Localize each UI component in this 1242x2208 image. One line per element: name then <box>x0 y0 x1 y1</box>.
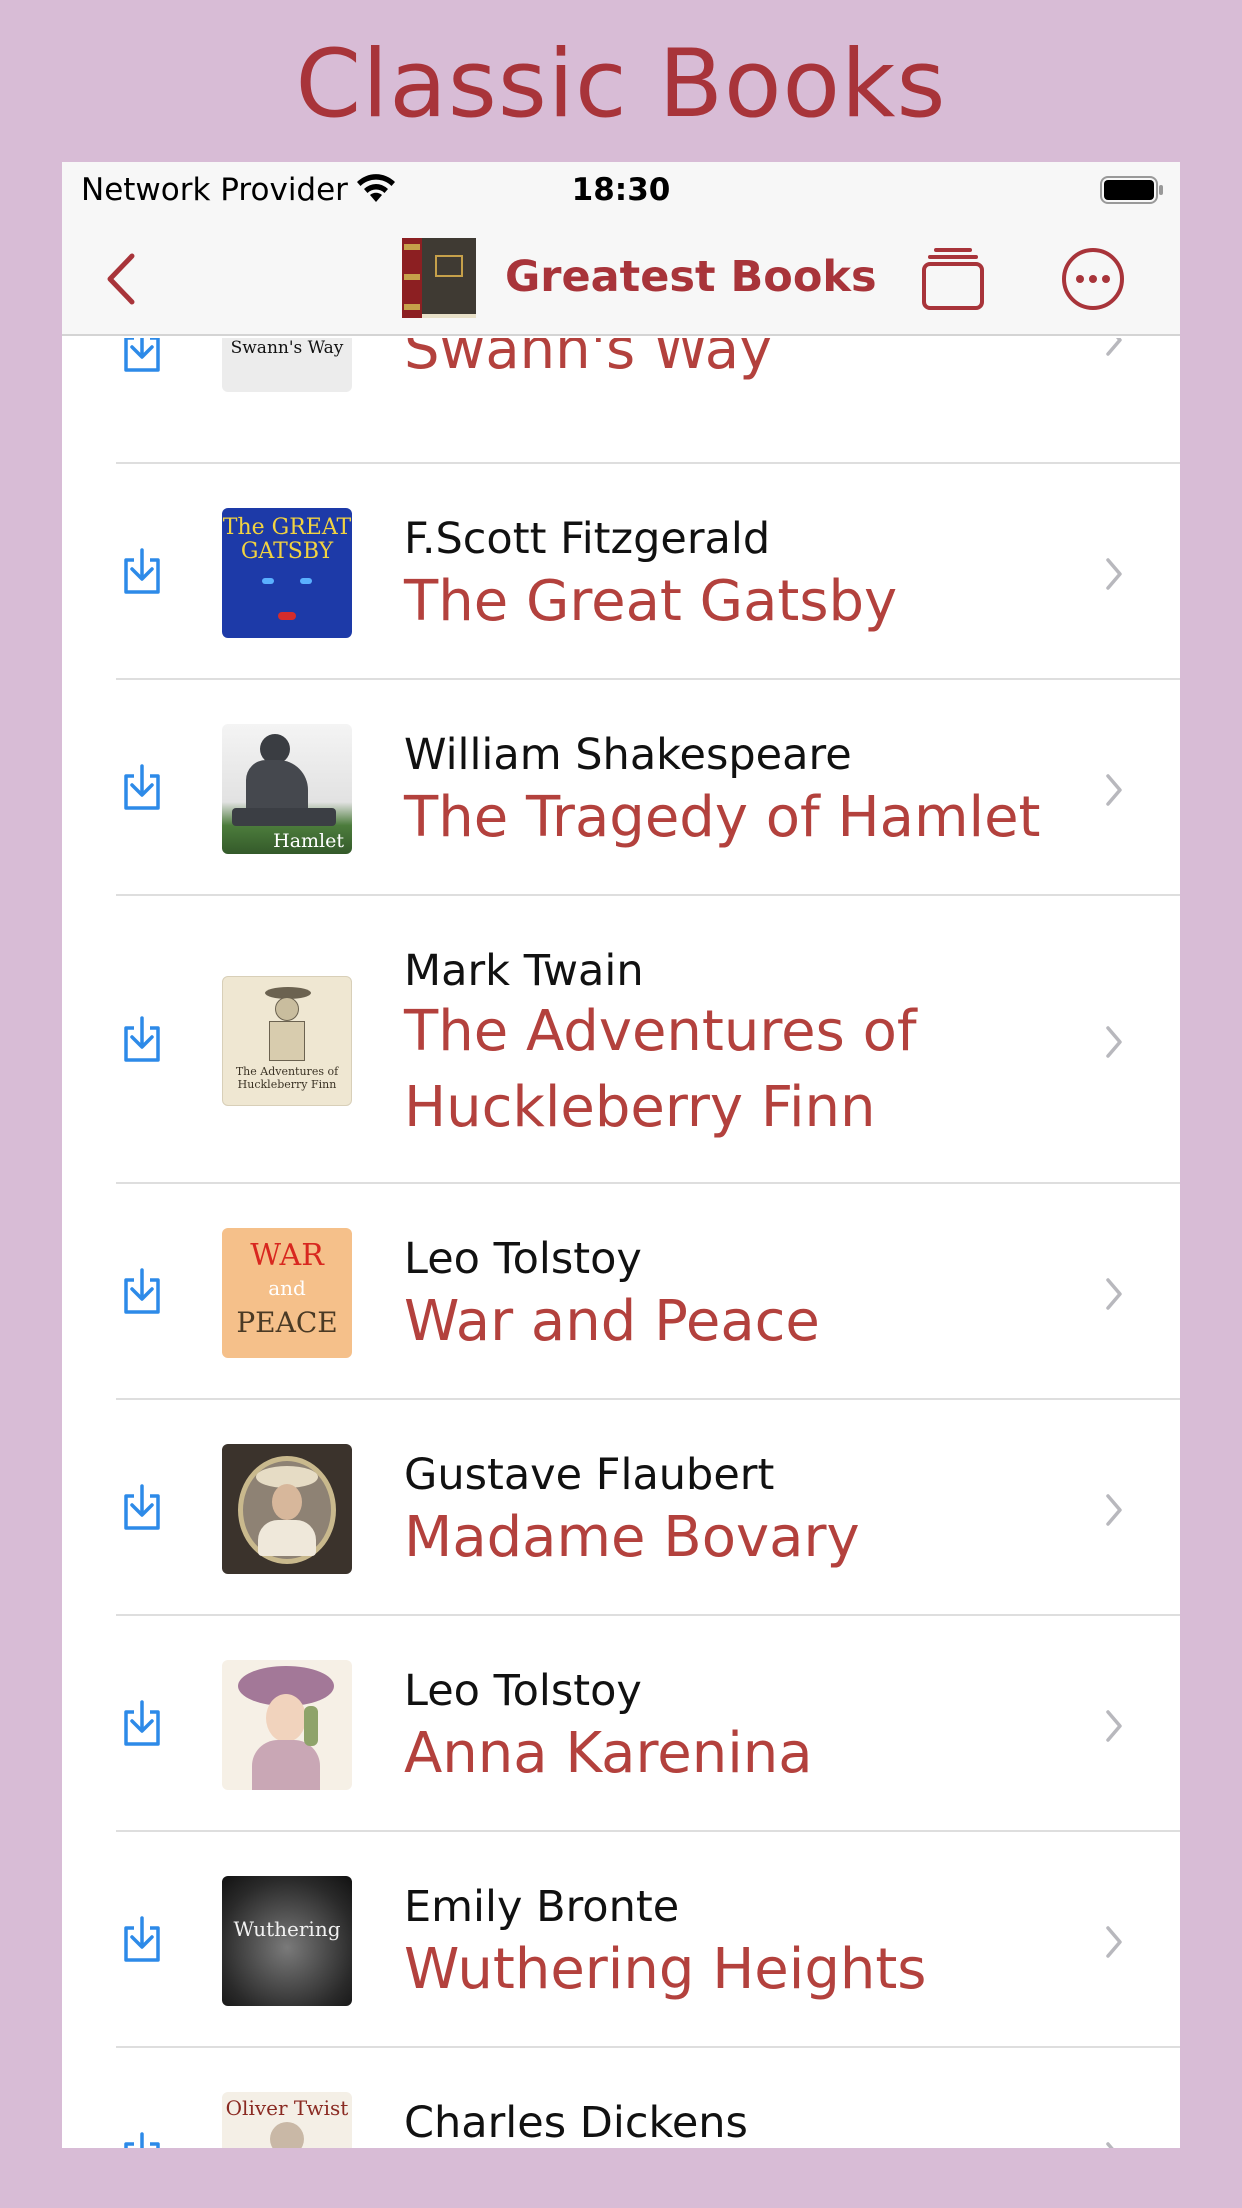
chevron-right-icon <box>1106 1026 1122 1058</box>
chevron-right-icon <box>1106 558 1122 590</box>
list-item[interactable]: Oliver Twist Charles Dickens <box>62 2048 1180 2148</box>
nav-title: Greatest Books <box>505 252 877 302</box>
book-cover: The Adventures of Huckleberry Finn <box>222 976 352 1106</box>
book-title: Madame Bovary <box>404 1505 860 1570</box>
list-item[interactable]: Gustave Flaubert Madame Bovary <box>62 1400 1180 1616</box>
book-list: Volume One: Swann's Way Swann's Way The … <box>62 338 1180 2148</box>
list-item[interactable]: Leo Tolstoy Anna Karenina <box>62 1616 1180 1832</box>
bookshelf-stack-icon[interactable] <box>920 246 986 312</box>
back-chevron-icon[interactable] <box>100 250 144 308</box>
chevron-right-icon <box>1106 338 1122 356</box>
download-icon[interactable] <box>120 1914 164 1964</box>
chevron-right-icon <box>1106 1278 1122 1310</box>
book-author: Leo Tolstoy <box>404 1666 642 1716</box>
list-item[interactable]: The Adventures of Huckleberry Finn Mark … <box>62 896 1180 1184</box>
battery-icon <box>1100 176 1163 204</box>
chevron-right-icon <box>1106 2142 1114 2148</box>
cover-text: The Adventures of Huckleberry Finn <box>235 1065 339 1091</box>
clock: 18:30 <box>571 172 671 208</box>
cover-text: Hamlet <box>273 830 344 852</box>
list-item[interactable]: WAR and PEACE Leo Tolstoy War and Peace <box>62 1184 1180 1400</box>
book-cover <box>222 1444 352 1574</box>
chevron-right-icon <box>1106 1494 1122 1526</box>
more-options-icon[interactable] <box>1060 246 1126 312</box>
cover-text: Wuthering Heights <box>233 1917 341 1941</box>
book-title: Anna Karenina <box>404 1721 813 1786</box>
navigation-bar: Greatest Books <box>62 222 1180 336</box>
book-title: Wuthering Heights <box>404 1937 927 2002</box>
cover-text: The GREAT GATSBY <box>222 515 352 564</box>
book-cover: Hamlet <box>222 724 352 854</box>
download-icon[interactable] <box>120 1482 164 1532</box>
book-author: William Shakespeare <box>404 730 852 780</box>
phone-screen: Network Provider 18:30 Greatest Books Sw… <box>62 162 1180 2148</box>
book-author: Leo Tolstoy <box>404 1234 642 1284</box>
chevron-right-icon <box>1106 1926 1122 1958</box>
download-icon[interactable] <box>120 546 164 596</box>
chevron-right-icon <box>1106 774 1122 806</box>
promo-title: Classic Books <box>295 30 947 139</box>
download-icon[interactable] <box>120 338 164 374</box>
book-title: The Tragedy of Hamlet <box>404 785 1041 850</box>
book-author: Emily Bronte <box>404 1882 680 1932</box>
book-cover: The GREAT GATSBY <box>222 508 352 638</box>
book-title: Swann's Way <box>404 338 773 382</box>
book-author: Gustave Flaubert <box>404 1450 775 1500</box>
book-author: Mark Twain <box>404 946 644 996</box>
book-title: The Great Gatsby <box>404 569 898 634</box>
list-item[interactable]: Hamlet William Shakespeare The Tragedy o… <box>62 680 1180 896</box>
download-icon[interactable] <box>120 1014 164 1064</box>
book-title: War and Peace <box>404 1289 820 1354</box>
book-cover <box>222 1660 352 1790</box>
book-author: Charles Dickens <box>404 2098 748 2148</box>
book-title: The Adventures of Huckleberry Finn <box>404 999 917 1140</box>
list-item[interactable]: Volume One: Swann's Way Swann's Way <box>62 338 1180 464</box>
cover-text: Oliver Twist <box>225 2096 349 2120</box>
book-cover: Wuthering Heights <box>222 1876 352 2006</box>
download-icon[interactable] <box>120 1698 164 1748</box>
status-bar: Network Provider 18:30 <box>62 162 1180 222</box>
cover-text: Swann's Way <box>230 338 344 358</box>
book-cover: Oliver Twist <box>222 2092 352 2148</box>
download-icon[interactable] <box>120 2130 164 2148</box>
download-icon[interactable] <box>120 762 164 812</box>
book-cover: WAR and PEACE <box>222 1228 352 1358</box>
download-icon[interactable] <box>120 1266 164 1316</box>
book-cover: Volume One: Swann's Way <box>222 338 352 392</box>
book-author: F.Scott Fitzgerald <box>404 514 771 564</box>
app-book-logo-icon <box>402 238 476 318</box>
list-item[interactable]: The GREAT GATSBY F.Scott Fitzgerald The … <box>62 464 1180 680</box>
chevron-right-icon <box>1106 1710 1122 1742</box>
list-item[interactable]: Wuthering Heights Emily Bronte Wuthering… <box>62 1832 1180 2048</box>
